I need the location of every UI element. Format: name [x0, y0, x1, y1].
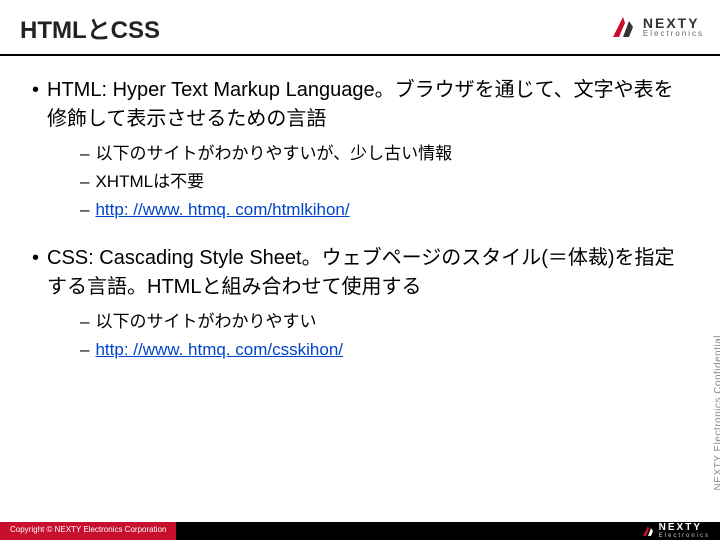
logo-name: NEXTY — [643, 16, 704, 30]
bullet-item: • HTML: Hyper Text Markup Language。ブラウザを… — [32, 76, 688, 134]
logo-mark-icon — [641, 524, 655, 538]
dash-marker: – — [80, 308, 89, 336]
sub-bullet-text: 以下のサイトがわかりやすいが、少し古い情報 — [95, 140, 452, 168]
sub-bullet-item: – 以下のサイトがわかりやすいが、少し古い情報 — [80, 140, 688, 168]
header-logo: NEXTY Electronics — [609, 13, 704, 41]
slide-header: HTMLとCSS NEXTY Electronics — [0, 0, 720, 56]
confidential-label: NEXTY Electronics Confidential — [713, 335, 720, 490]
bullet-text: CSS: Cascading Style Sheet。ウェブページのスタイル(＝… — [47, 244, 688, 302]
slide-title: HTMLとCSS — [20, 10, 160, 45]
sub-bullet-text: XHTMLは不要 — [95, 168, 204, 196]
sub-bullet-item: – 以下のサイトがわかりやすい — [80, 308, 688, 336]
logo-sub: Electronics — [643, 30, 704, 38]
footer-logo: NEXTY Electronics — [631, 522, 720, 540]
sub-list: – 以下のサイトがわかりやすい – http: //www. htmq. com… — [80, 308, 688, 364]
bullet-marker: • — [32, 244, 39, 302]
sub-bullet-item: – http: //www. htmq. com/htmlkihon/ — [80, 196, 688, 224]
sub-bullet-item: – http: //www. htmq. com/csskihon/ — [80, 336, 688, 364]
bullet-text: HTML: Hyper Text Markup Language。ブラウザを通じ… — [47, 76, 688, 134]
sub-bullet-item: – XHTMLは不要 — [80, 168, 688, 196]
footer-logo-name: NEXTY — [659, 523, 710, 533]
dash-marker: – — [80, 140, 89, 168]
footer-logo-sub: Electronics — [659, 533, 710, 539]
slide-footer: Copyright © NEXTY Electronics Corporatio… — [0, 522, 720, 540]
footer-spacer — [176, 522, 630, 540]
dash-marker: – — [80, 168, 89, 196]
reference-link[interactable]: http: //www. htmq. com/htmlkihon/ — [95, 196, 349, 224]
sub-list: – 以下のサイトがわかりやすいが、少し古い情報 – XHTMLは不要 – htt… — [80, 140, 688, 224]
dash-marker: – — [80, 336, 89, 364]
reference-link[interactable]: http: //www. htmq. com/csskihon/ — [95, 336, 343, 364]
logo-mark-icon — [609, 13, 637, 41]
sub-bullet-text: 以下のサイトがわかりやすい — [95, 308, 316, 336]
bullet-item: • CSS: Cascading Style Sheet。ウェブページのスタイル… — [32, 244, 688, 302]
dash-marker: – — [80, 196, 89, 224]
copyright-text: Copyright © NEXTY Electronics Corporatio… — [0, 522, 176, 540]
slide-body: • HTML: Hyper Text Markup Language。ブラウザを… — [0, 56, 720, 364]
bullet-marker: • — [32, 76, 39, 134]
